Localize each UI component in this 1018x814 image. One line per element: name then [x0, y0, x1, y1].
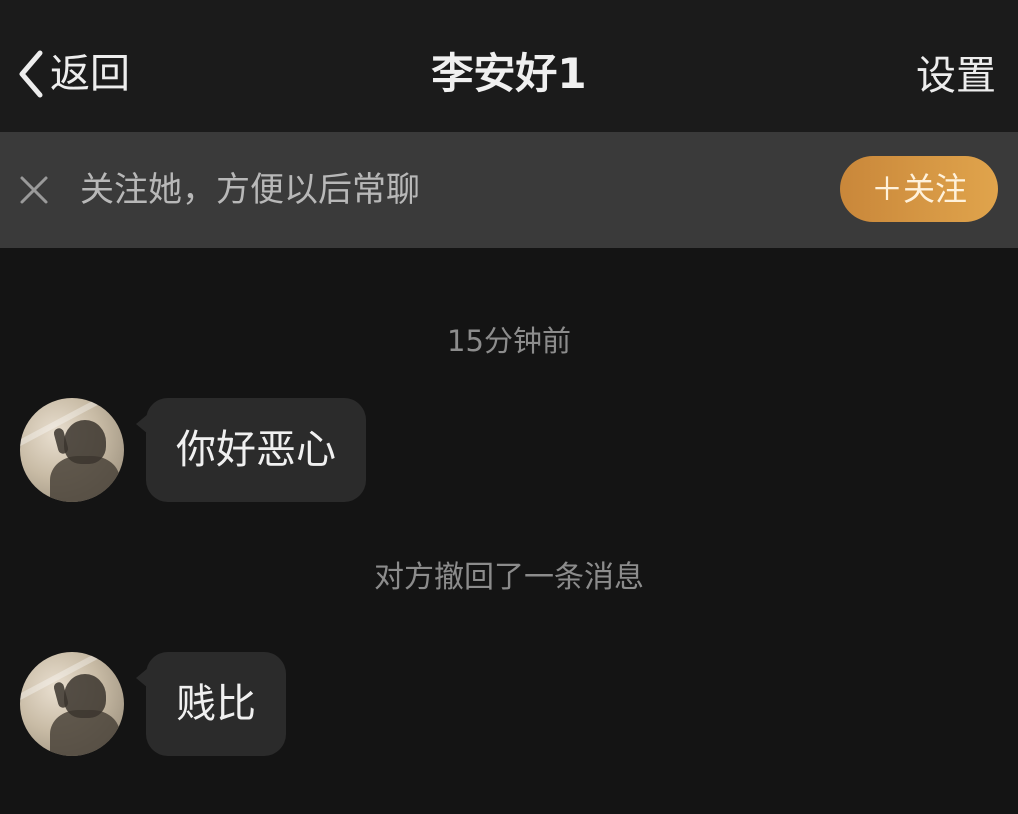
- follow-prompt-text: 关注她，方便以后常聊: [80, 170, 420, 210]
- avatar[interactable]: [20, 652, 124, 756]
- message-text: 贱比: [146, 652, 286, 756]
- recalled-message-notice: 对方撤回了一条消息: [374, 560, 644, 595]
- message-bubble[interactable]: 你好恶心: [136, 398, 366, 502]
- avatar[interactable]: [20, 398, 124, 502]
- chat-screen: 返回 李安好1 设置 关注她，方便以后常聊 ＋关注 15分钟前 你好恶心 对方撤…: [0, 0, 1018, 814]
- message-timestamp: 15分钟前: [447, 324, 571, 358]
- nav-header: 返回 李安好1 设置: [0, 0, 1018, 132]
- message-row: 你好恶心: [20, 398, 366, 502]
- settings-button[interactable]: 设置: [916, 44, 996, 108]
- follow-button[interactable]: ＋关注: [840, 156, 998, 222]
- page-title: 李安好1: [431, 49, 587, 98]
- message-row: 贱比: [20, 652, 286, 756]
- follow-banner: 关注她，方便以后常聊 ＋关注: [0, 132, 1018, 248]
- message-bubble[interactable]: 贱比: [136, 652, 286, 756]
- close-icon[interactable]: [16, 172, 52, 208]
- message-text: 你好恶心: [146, 398, 366, 502]
